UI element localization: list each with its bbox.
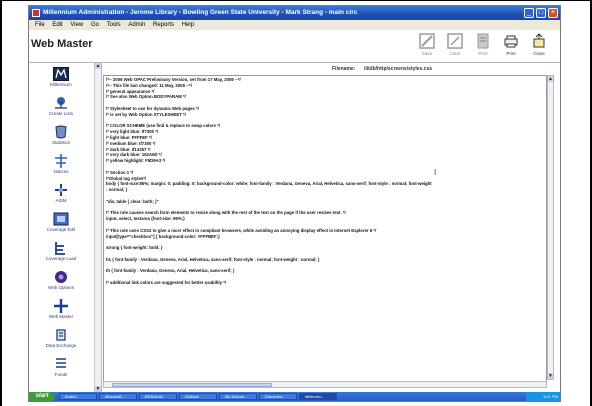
sidebar-item-label: Data Exchange bbox=[45, 343, 77, 348]
sidebar-scrollbar[interactable]: ▲ ▼ bbox=[94, 63, 101, 392]
sidebar-item-label: Create Lists bbox=[48, 111, 73, 116]
sidebar-item-coverage-edit[interactable]: Coverage Edit bbox=[29, 212, 93, 232]
editor-horizontal-scrollbar[interactable] bbox=[103, 381, 547, 388]
scroll-up-icon[interactable]: ▲ bbox=[548, 76, 553, 82]
menu-bar: File Edit View Go Tools Admin Reports He… bbox=[29, 20, 560, 30]
close-tool-label: Close bbox=[533, 51, 545, 56]
menu-view[interactable]: View bbox=[70, 20, 83, 30]
millennium-icon bbox=[53, 67, 69, 81]
coverage-edit-icon bbox=[53, 212, 69, 226]
filename-row: Filename: /iiidb/http/screens/styles.css bbox=[102, 63, 554, 75]
app-icon bbox=[32, 9, 40, 17]
editor-vertical-scrollbar[interactable]: ▲ ▼ bbox=[547, 75, 554, 380]
sidebar-item-label: Web Master bbox=[48, 314, 74, 319]
sidebar-item-label: Funds bbox=[54, 372, 68, 377]
sidebar-item-web-master[interactable]: Web Master bbox=[29, 299, 93, 319]
clear-tool-button[interactable]: Clear bbox=[443, 33, 467, 56]
save-tool-label: Save bbox=[421, 51, 433, 56]
taskbar-item[interactable]: Microsoft... bbox=[99, 393, 137, 400]
sidebar-item-web-options[interactable]: Web Options bbox=[29, 270, 93, 290]
header-bar: Web Master Save Clear Print Print Close bbox=[29, 30, 560, 63]
menu-file[interactable]: File bbox=[35, 20, 45, 30]
menu-tools[interactable]: Tools bbox=[107, 20, 121, 30]
data-exchange-icon bbox=[56, 329, 66, 341]
web-master-icon bbox=[54, 299, 68, 313]
taskbar-item[interactable]: Documen... bbox=[259, 393, 297, 400]
taskbar-item-active[interactable]: Millenniu... bbox=[299, 393, 337, 400]
application-window: Millennium Administration - Jerome Libra… bbox=[28, 5, 561, 402]
editor-panel: Filename: /iiidb/http/screens/styles.css… bbox=[102, 63, 560, 392]
system-tray-clock: 3:21 PM bbox=[526, 392, 560, 401]
sidebar-item-label: AISM bbox=[55, 198, 67, 203]
sidebar-item-notices[interactable]: Notices bbox=[29, 154, 93, 174]
menu-edit[interactable]: Edit bbox=[52, 20, 62, 30]
clear-icon bbox=[447, 33, 463, 49]
taskbar-item[interactable]: BGSUinfo bbox=[139, 393, 177, 400]
sidebar-item-funds[interactable]: Funds bbox=[29, 357, 93, 377]
page-title: Web Master bbox=[31, 38, 93, 50]
text-cursor-icon: I bbox=[434, 168, 437, 177]
horizontal-scroll-thumb[interactable] bbox=[112, 383, 272, 387]
close-button[interactable]: × bbox=[548, 8, 558, 18]
printer-icon bbox=[504, 35, 518, 48]
print-icon bbox=[477, 33, 489, 49]
sidebar-item-statistics[interactable]: Statistics bbox=[29, 125, 93, 145]
menu-admin[interactable]: Admin bbox=[128, 20, 145, 30]
notices-icon bbox=[55, 154, 67, 168]
coverage-load-icon bbox=[55, 242, 65, 255]
taskbar-item[interactable]: Outlook bbox=[179, 393, 217, 400]
sidebar-scroll-up-icon[interactable]: ▲ bbox=[95, 63, 101, 69]
aism-icon bbox=[55, 184, 67, 196]
start-button[interactable]: start bbox=[29, 392, 55, 401]
sidebar-item-data-exchange[interactable]: Data Exchange bbox=[29, 328, 93, 348]
sidebar-item-label: Web Options bbox=[48, 285, 74, 290]
menu-go[interactable]: Go bbox=[91, 20, 99, 30]
sidebar-item-millennium[interactable]: Millennium bbox=[29, 67, 93, 87]
filename-value: /iiidb/http/screens/styles.css bbox=[364, 66, 433, 72]
sidebar-item-label: Millennium bbox=[50, 82, 72, 87]
code-line: /* additional link colors are suggested … bbox=[106, 279, 227, 285]
clear-tool-label: Clear bbox=[449, 51, 461, 56]
printer-tool-label: Print bbox=[506, 51, 516, 56]
menu-reports[interactable]: Reports bbox=[153, 20, 174, 30]
sidebar-item-label: Coverage Edit bbox=[46, 227, 76, 232]
save-tool-button[interactable]: Save bbox=[415, 33, 439, 56]
sidebar-item-label: Statistics bbox=[51, 140, 70, 145]
print-tool-label: Print bbox=[478, 51, 488, 56]
minimize-button[interactable]: _ bbox=[524, 8, 534, 18]
title-bar[interactable]: Millennium Administration - Jerome Libra… bbox=[29, 6, 560, 20]
stylesheet-editor[interactable]: /*-- 2006 Web OPAC Preliminary Version, … bbox=[103, 75, 547, 382]
sidebar-item-label: Coverage Load bbox=[45, 256, 77, 261]
menu-help[interactable]: Help bbox=[182, 20, 194, 30]
print-tool-button[interactable]: Print bbox=[471, 33, 495, 56]
maximize-button[interactable]: □ bbox=[536, 8, 546, 18]
create-lists-icon bbox=[55, 97, 67, 109]
scroll-down-icon[interactable]: ▼ bbox=[548, 373, 553, 379]
filename-label: Filename: bbox=[332, 66, 356, 72]
taskbar-item[interactable]: Bolero bbox=[59, 393, 97, 400]
web-options-icon bbox=[55, 271, 67, 283]
taskbar: start Bolero Microsoft... BGSUinfo Outlo… bbox=[29, 392, 560, 401]
sidebar-item-coverage-load[interactable]: Coverage Load bbox=[29, 241, 93, 261]
funds-icon bbox=[56, 358, 66, 368]
sidebar-item-aism[interactable]: AISM bbox=[29, 183, 93, 203]
statistics-icon bbox=[55, 125, 67, 139]
printer-tool-button[interactable]: Print bbox=[499, 33, 523, 56]
function-sidebar: Millennium Create Lists Statistics Notic… bbox=[29, 63, 102, 392]
taskbar-item[interactable]: My Docum... bbox=[219, 393, 257, 400]
close-tool-button[interactable]: Close bbox=[527, 33, 551, 56]
close-door-icon bbox=[533, 33, 545, 48]
save-icon bbox=[419, 33, 435, 49]
sidebar-item-create-lists[interactable]: Create Lists bbox=[29, 96, 93, 116]
code-lines: /*-- 2006 Web OPAC Preliminary Version, … bbox=[106, 77, 542, 286]
window-title: Millennium Administration - Jerome Libra… bbox=[43, 9, 358, 16]
sidebar-item-label: Notices bbox=[53, 169, 69, 174]
